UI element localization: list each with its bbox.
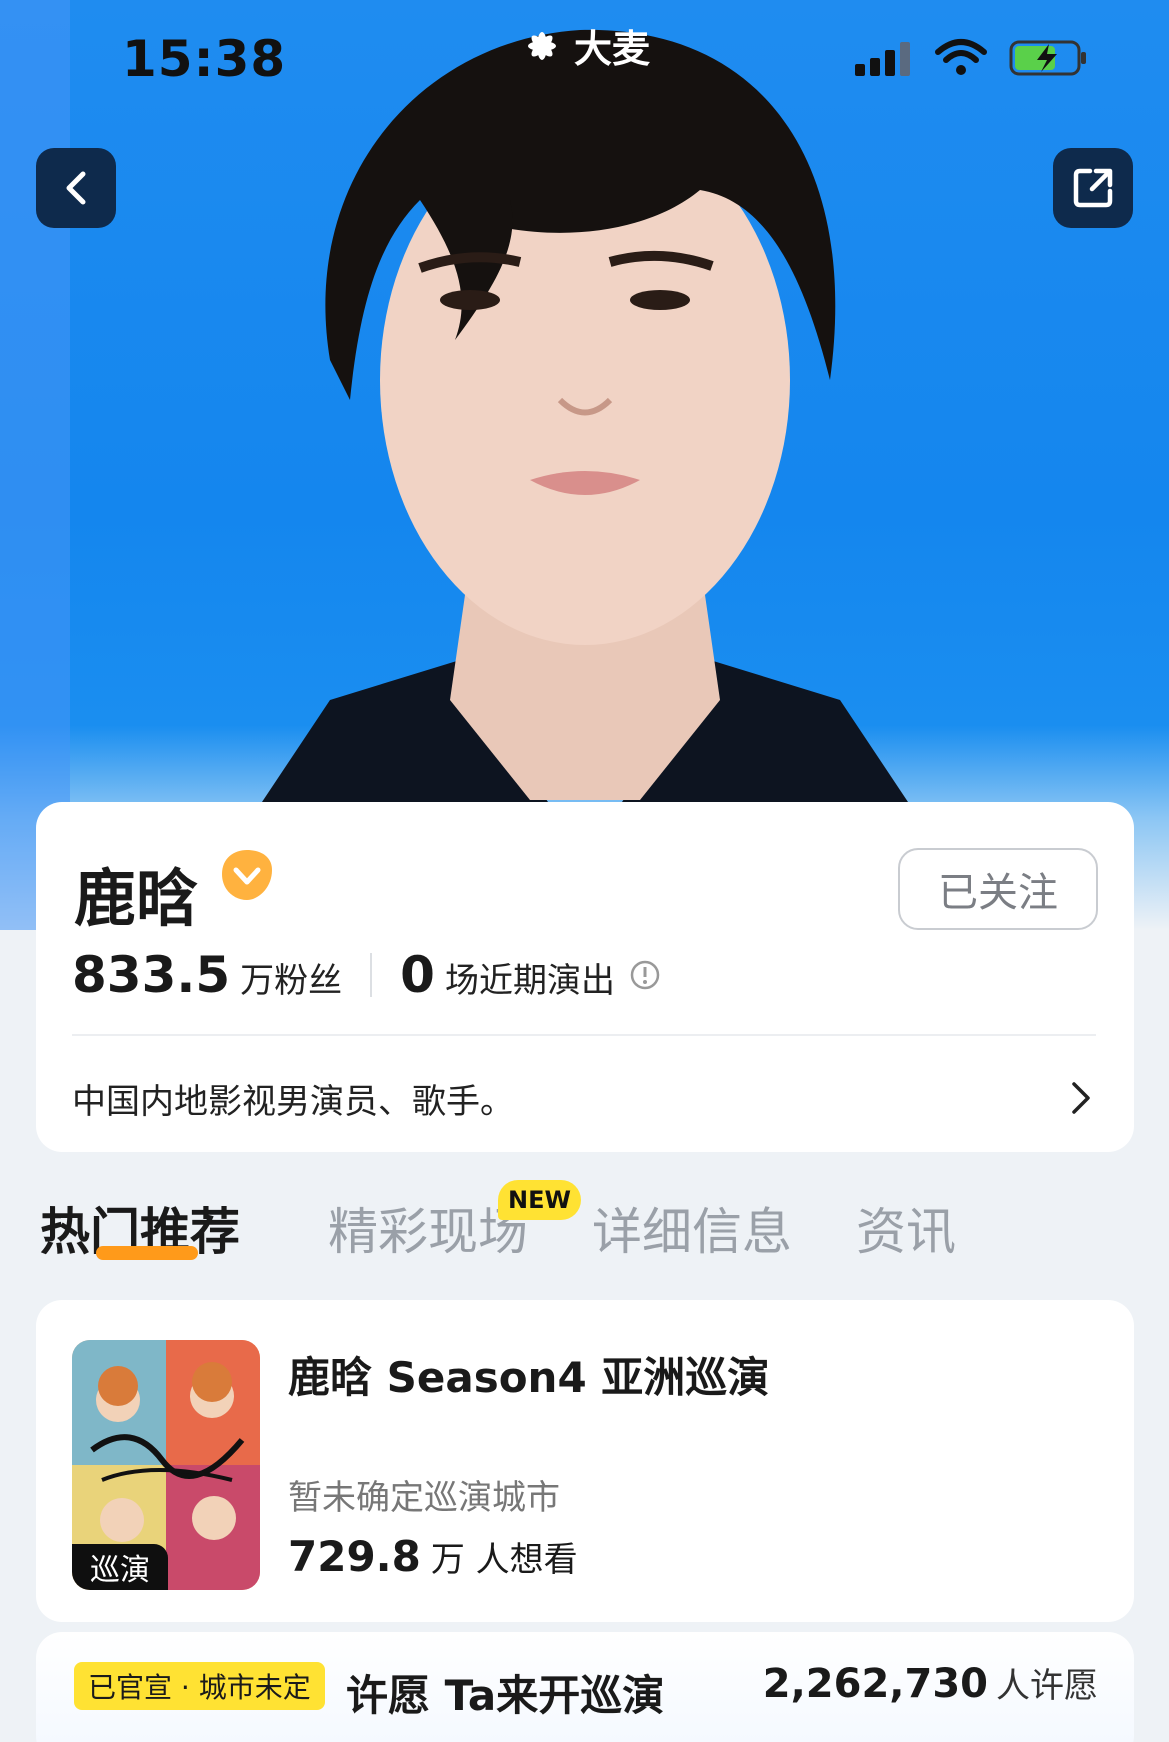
back-button[interactable] [36,148,116,228]
wish-number: 2,262,730 [762,1661,988,1707]
new-badge: NEW [498,1180,581,1220]
wifi-icon [935,39,987,75]
fans-label: 万粉丝 [240,961,343,1001]
info-icon[interactable] [629,959,661,991]
divider [72,1034,1096,1036]
fans-count: 833.5 [72,946,231,1004]
wish-card[interactable]: 已官宣 · 城市未定 许愿 Ta来开巡演 2,262,730 人许愿 [36,1632,1134,1742]
battery-charging-icon [1009,40,1086,76]
damai-logo-icon [528,31,556,60]
wish-count: 2,262,730 人许愿 [763,1658,1098,1707]
chevron-left-icon [66,171,86,205]
wish-title: 许愿 Ta来开巡演 [346,1671,665,1720]
artist-bio[interactable]: 中国内地影视男演员、歌手。 [72,1074,514,1123]
verified-badge-icon [222,850,272,900]
status-time: 15:38 [122,30,287,88]
event-subtitle: 暂未确定巡演城市 [288,1478,560,1518]
share-icon [1073,168,1113,208]
wish-label: 人许愿 [996,1666,1098,1706]
event-card[interactable]: 巡演 鹿晗 Season4 亚洲巡演 暂未确定巡演城市 729.8 万 人想看 [36,1300,1134,1622]
app-brand: 大麦 [516,18,650,73]
event-title: 鹿晗 Season4 亚洲巡演 [288,1353,770,1402]
chevron-right-icon[interactable] [1070,1080,1092,1116]
cellular-signal-icon [855,40,910,76]
wish-status-tag: 已官宣 · 城市未定 [74,1662,325,1710]
stats-divider [370,953,373,997]
artist-portrait-image [250,29,920,820]
follow-button[interactable]: 已关注 [898,848,1098,930]
tab-news[interactable]: 资讯 [856,1192,956,1264]
hero-banner: 15:38 大麦 [0,0,1169,930]
artist-profile-card: 鹿晗 已关注 833.5 万粉丝 0 场近期演出 中国内地影视男演员、歌手。 [36,802,1134,1152]
app-brand-text: 大麦 [574,27,651,71]
active-tab-indicator [96,1246,198,1260]
event-poster-image: 巡演 [72,1340,260,1590]
poster-tag: 巡演 [72,1544,168,1590]
artist-stats: 833.5 万粉丝 0 场近期演出 [72,946,661,1004]
event-want-count: 729.8 万 人想看 [288,1532,578,1581]
want-number: 729.8 [288,1532,421,1581]
share-button[interactable] [1053,148,1133,228]
shows-label: 场近期演出 [444,961,615,1001]
want-label: 万 人想看 [430,1540,578,1580]
tab-details[interactable]: 详细信息 [592,1192,792,1264]
shows-count: 0 [400,946,435,1004]
artist-name: 鹿晗 [74,862,199,935]
